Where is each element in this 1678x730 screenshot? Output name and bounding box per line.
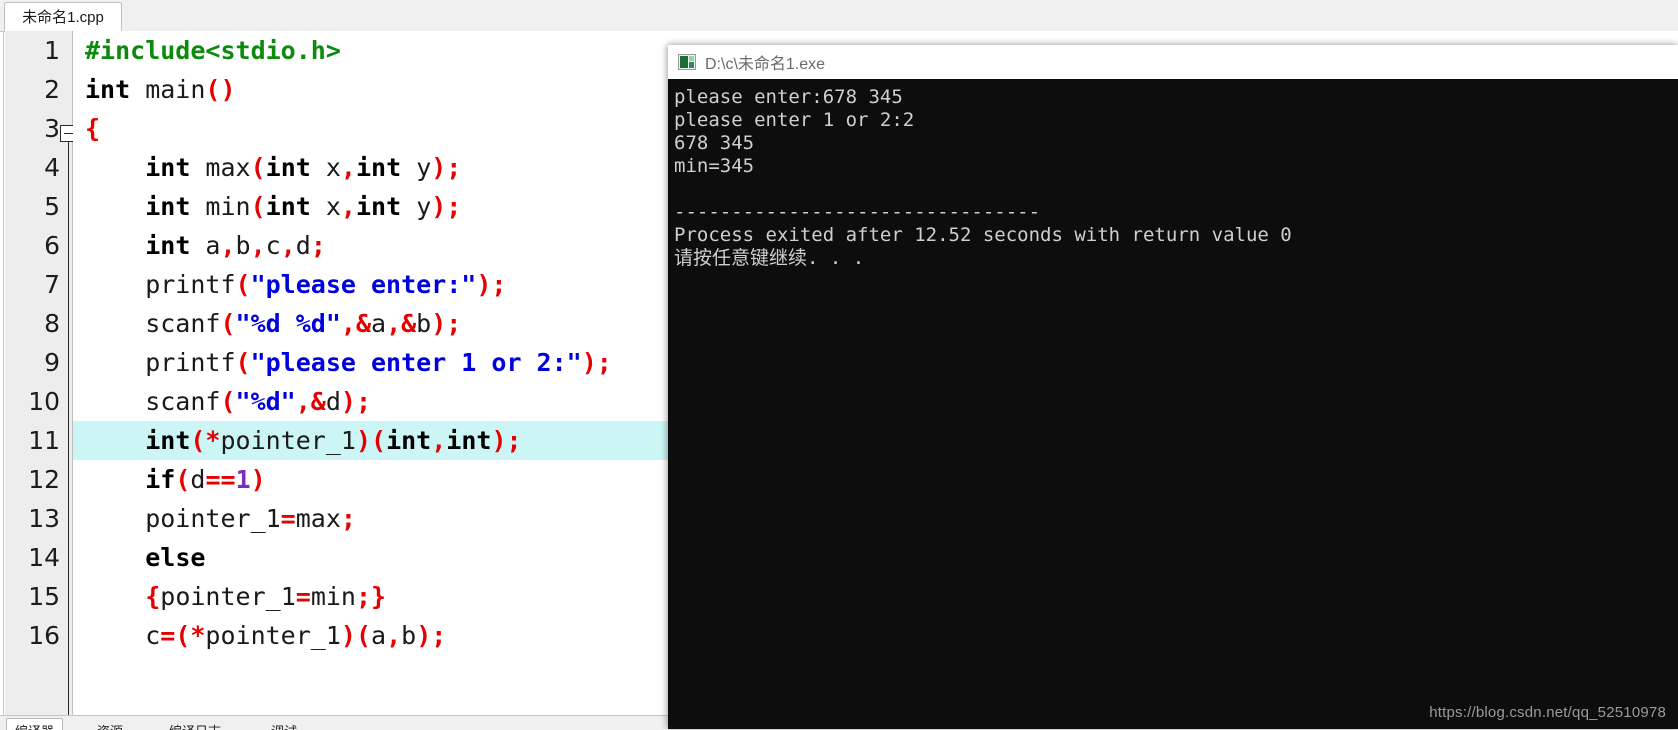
- console-title-text: D:\c\未命名1.exe: [705, 55, 826, 73]
- console-press-any-key-message: 请按任意键继续. . .: [674, 247, 865, 269]
- tab-strip-background: [0, 0, 1678, 31]
- code-token-string: "please enter:": [250, 270, 477, 299]
- editor-tab-label: 未命名1.cpp: [22, 9, 104, 26]
- bottom-tab-debug[interactable]: 调试: [262, 718, 307, 730]
- line-number: 15: [28, 582, 60, 611]
- gutter-left-border: [3, 31, 4, 715]
- console-output-line: please enter 1 or 2:2: [674, 109, 915, 131]
- console-output-blank-line: [674, 178, 1678, 201]
- code-token-string: "%d %d": [235, 309, 341, 338]
- code-token-string: "%d": [235, 387, 296, 416]
- line-number: 14: [28, 543, 60, 572]
- line-number: 9: [44, 348, 60, 377]
- editor-tab-strip: 未命名1.cpp: [0, 0, 1678, 32]
- bottom-tab-resources[interactable]: 资源: [88, 718, 133, 730]
- line-number: 1: [44, 36, 60, 65]
- code-token-keyword: int: [85, 75, 131, 104]
- line-number: 12: [28, 465, 60, 494]
- console-exit-message: Process exited after 12.52 seconds with …: [674, 224, 1292, 246]
- line-number: 6: [44, 231, 60, 260]
- console-window[interactable]: D:\c\未命名1.exe please enter:678 345 pleas…: [668, 45, 1678, 729]
- console-separator-line: --------------------------------: [674, 201, 1041, 223]
- code-token-number: 1: [235, 465, 251, 494]
- bottom-tab-compile-log[interactable]: 编译日志: [160, 718, 231, 730]
- console-app-icon: [678, 53, 696, 70]
- line-number: 2: [44, 75, 60, 104]
- line-number: 4: [44, 153, 60, 182]
- console-output-line: 678 345: [674, 132, 755, 154]
- line-number: 13: [28, 504, 60, 533]
- line-number: 5: [44, 192, 60, 221]
- line-number: 7: [44, 270, 60, 299]
- console-title-bar[interactable]: D:\c\未命名1.exe: [668, 45, 1678, 79]
- console-output-line: please enter:678 345: [674, 86, 903, 108]
- line-number: 11: [28, 426, 60, 455]
- line-number: 16: [28, 621, 60, 650]
- bottom-tab-compiler[interactable]: 编译器: [6, 718, 64, 730]
- code-token-preprocessor: #include<stdio.h>: [85, 36, 341, 65]
- line-number: 3: [44, 114, 60, 143]
- console-output-line: min=345: [674, 155, 755, 177]
- line-number: 10: [28, 387, 60, 416]
- code-token-string: "please enter 1 or 2:": [250, 348, 582, 377]
- line-number: 8: [44, 309, 60, 338]
- editor-tab-active[interactable]: 未命名1.cpp: [4, 2, 122, 31]
- code-fold-guide-line: [68, 142, 69, 717]
- csdn-watermark: https://blog.csdn.net/qq_52510978: [1429, 704, 1666, 721]
- console-output-area[interactable]: please enter:678 345 please enter 1 or 2…: [668, 79, 1678, 729]
